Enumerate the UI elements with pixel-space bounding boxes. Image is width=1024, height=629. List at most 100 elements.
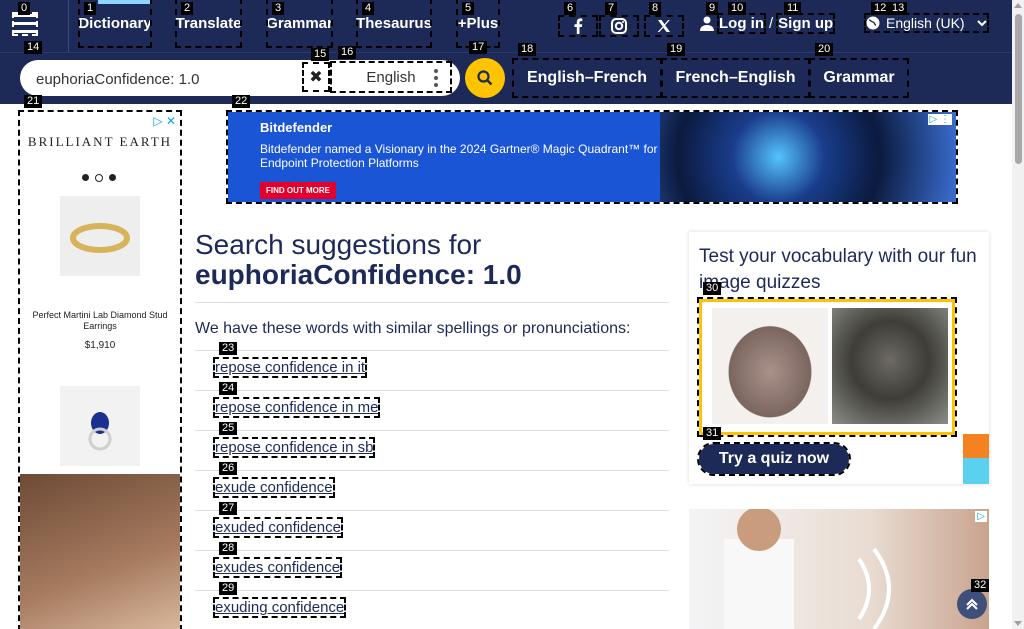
divider <box>195 470 669 471</box>
login-link[interactable]: Log in <box>717 13 766 34</box>
ad-brand: BRILLIANT EARTH <box>27 134 173 149</box>
adchoices-icon[interactable]: ▷ <box>975 511 987 522</box>
signup-link[interactable]: Sign up <box>776 13 836 34</box>
badge: 21 <box>24 95 43 108</box>
suggestion-link[interactable]: exuded confidence <box>213 517 343 538</box>
badge: 5 <box>462 2 475 15</box>
sapphire-ring-image <box>60 386 140 466</box>
search-box: ✖ English <box>20 60 460 96</box>
ad-product-name: Perfect Martini Lab Diamond Stud Earring… <box>32 310 168 331</box>
scroll-down-arrow[interactable] <box>1014 621 1022 626</box>
more-options-icon <box>434 69 438 90</box>
badge: 25 <box>219 422 238 435</box>
badge: 9 <box>706 2 719 15</box>
badge: 20 <box>815 43 834 56</box>
badge: 15 <box>311 48 330 61</box>
ad-eye-image <box>660 112 956 202</box>
badge: 16 <box>338 46 357 59</box>
page-scrollbar[interactable] <box>1012 0 1024 629</box>
search-button[interactable] <box>465 58 505 98</box>
search-input[interactable] <box>34 66 318 92</box>
dictionary-selector[interactable]: English <box>330 61 452 93</box>
carousel-dots[interactable] <box>82 174 116 182</box>
instagram-icon[interactable] <box>599 15 639 37</box>
suggestion-link[interactable]: repose confidence in it <box>212 357 368 378</box>
badge: 24 <box>219 382 238 395</box>
language-label: English (UK) <box>886 15 965 31</box>
ear-ad-image <box>724 509 891 629</box>
divider <box>195 302 669 303</box>
model-photo <box>20 474 180 629</box>
divider <box>195 550 669 551</box>
badge: 6 <box>564 2 577 15</box>
title-prefix: Search suggestions for <box>195 229 482 260</box>
scrollbar-thumb[interactable] <box>1015 14 1022 164</box>
badge: 27 <box>219 502 238 515</box>
badge: 28 <box>219 542 238 555</box>
badge: 7 <box>605 2 618 15</box>
globe-icon <box>866 16 880 30</box>
divider <box>195 350 669 351</box>
top-navigation-bar: 0 Dictionary 1 Translate 2 Grammar 3 The… <box>0 0 1012 52</box>
dictionary-label: English <box>366 68 416 86</box>
badge: 26 <box>219 462 238 475</box>
hippo-image <box>712 308 828 424</box>
badge: 14 <box>24 41 43 54</box>
badge: 22 <box>232 95 251 108</box>
facebook-icon[interactable] <box>558 15 598 37</box>
adchoices-icon[interactable]: ▷ ✕ <box>153 114 176 128</box>
badge: 31 <box>703 427 722 440</box>
login-area: Log in / Sign up <box>700 13 836 34</box>
chevron-up-icon <box>966 598 978 610</box>
quick-link-english-french[interactable]: English–French <box>512 58 662 98</box>
divider <box>195 590 669 591</box>
badge: 18 <box>518 43 537 56</box>
badge: 19 <box>667 43 686 56</box>
badge: 13 <box>889 2 908 15</box>
badge: 0 <box>18 2 31 15</box>
menu-icon[interactable] <box>12 12 38 36</box>
chevron-down-icon <box>976 20 987 27</box>
quiz-title: Test your vocabulary with our fun image … <box>699 246 977 293</box>
adchoices-icon[interactable]: ▷ ⋮ <box>927 114 952 125</box>
suggestion-link[interactable]: repose confidence in me <box>212 397 381 418</box>
search-icon <box>477 70 493 86</box>
clear-icon[interactable]: ✖ <box>302 62 330 92</box>
quiz-card: Test your vocabulary with our fun image … <box>689 232 989 484</box>
seal-image <box>832 308 948 424</box>
language-selector[interactable]: English (UK) <box>864 13 989 33</box>
search-term: euphoriaConfidence: 1.0 <box>195 259 522 290</box>
x-twitter-icon[interactable] <box>644 15 684 37</box>
quick-link-french-english[interactable]: French–English <box>661 58 810 98</box>
top-banner-advertisement[interactable]: Bitdefender Bitdefender named a Visionar… <box>226 110 958 204</box>
divider <box>195 510 669 511</box>
scroll-up-arrow[interactable] <box>1014 3 1022 8</box>
badge: 11 <box>784 2 802 15</box>
quick-link-grammar[interactable]: Grammar <box>809 58 909 98</box>
badge: 4 <box>362 2 375 15</box>
left-advertisement[interactable]: ▷ ✕ BRILLIANT EARTH Perfect Martini Lab … <box>18 110 182 629</box>
badge: 23 <box>219 342 238 355</box>
share-tab[interactable] <box>963 458 989 484</box>
badge: 2 <box>181 2 194 15</box>
divider <box>68 0 69 52</box>
ring-image <box>60 196 140 276</box>
suggestion-link[interactable]: exuding confidence <box>212 597 347 618</box>
ad-cta-button[interactable]: FIND OUT MORE <box>260 182 336 199</box>
divider <box>195 390 669 391</box>
suggestion-link[interactable]: repose confidence in sb <box>212 437 376 458</box>
suggestion-link[interactable]: exudes confidence <box>212 557 343 578</box>
feedback-tab[interactable] <box>963 434 989 458</box>
try-quiz-button[interactable]: Try a quiz now <box>697 442 851 476</box>
badge: 12 <box>871 2 890 15</box>
badge: 30 <box>703 282 722 295</box>
ad-product-price: $1,910 <box>84 340 116 351</box>
back-to-top-button[interactable] <box>957 589 987 619</box>
badge: 10 <box>728 2 747 15</box>
intro-text: We have these words with similar spellin… <box>195 320 631 337</box>
page-title: Search suggestions for euphoriaConfidenc… <box>195 230 665 290</box>
quiz-images[interactable] <box>697 297 957 437</box>
bottom-right-advertisement[interactable]: ▷ <box>689 509 989 629</box>
badge: 32 <box>971 579 990 592</box>
suggestion-link[interactable]: exude confidence <box>213 477 335 498</box>
